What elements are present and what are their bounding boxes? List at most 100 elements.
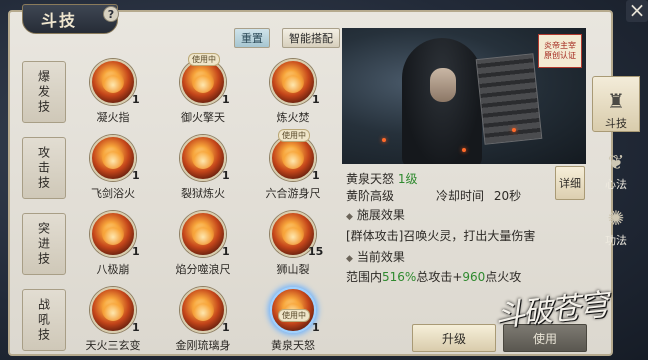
effect-header: ◆ 施展效果 <box>346 206 405 223</box>
help-button[interactable]: ? <box>103 6 119 22</box>
skill-slot[interactable]: 1 裂狱炼火 <box>170 131 236 203</box>
skill-count: 15 <box>308 245 324 258</box>
skill-count: 1 <box>222 321 230 334</box>
skill-preview-image: 炎帝主宰 原创认证 <box>342 28 586 164</box>
side-tab-dou-ji[interactable]: ♜ 斗技 <box>592 76 640 132</box>
skill-name: 狮山裂 <box>276 263 310 276</box>
swirl-icon: ✺ <box>607 206 625 230</box>
detail-button[interactable]: 详细 <box>555 166 585 200</box>
skill-icon <box>180 211 226 257</box>
category-label: 突进技 <box>36 221 51 267</box>
skill-name: 焰分噬浪尺 <box>175 263 231 276</box>
skill-name: 炼火焚 <box>276 111 310 124</box>
current-header: ◆ 当前效果 <box>346 248 405 265</box>
upgrade-button[interactable]: 升级 <box>412 324 496 352</box>
side-tab-label: 功法 <box>605 234 627 247</box>
skill-slot-selected[interactable]: 使用中 1 黄泉天怒 <box>260 283 326 355</box>
skill-icon <box>90 287 136 333</box>
skill-count: 1 <box>312 321 320 334</box>
skill-count: 1 <box>132 169 140 182</box>
skill-count: 1 <box>132 321 140 334</box>
flame-icon <box>277 66 309 98</box>
author-seal: 炎帝主宰 原创认证 <box>538 34 582 68</box>
category-tab-burst[interactable]: 爆发技 <box>22 61 66 123</box>
current-prefix: 范围内 <box>346 270 383 284</box>
skill-slot[interactable]: 1 炼火焚 <box>260 55 326 127</box>
current-mid: 总攻击+ <box>416 270 463 284</box>
category-tab-roar[interactable]: 战吼技 <box>22 289 66 351</box>
skill-name: 飞剑浴火 <box>91 187 135 200</box>
skill-count: 1 <box>222 93 230 106</box>
skill-slot[interactable]: 15 狮山裂 <box>260 207 326 279</box>
flame-icon <box>187 294 219 326</box>
skill-icon <box>90 135 136 181</box>
skill-icon <box>90 59 136 105</box>
skill-name: 八极崩 <box>96 263 130 276</box>
category-label: 攻击技 <box>36 145 51 191</box>
detail-skill-level: 1级 <box>397 172 418 186</box>
skill-name: 金刚琉璃身 <box>175 339 231 352</box>
skill-name: 天火三玄变 <box>85 339 141 352</box>
ember <box>382 138 386 142</box>
category-row-attack: 攻击技 1 飞剑浴火 1 裂狱炼火 使用中 1 六合游身尺 <box>22 129 328 203</box>
effect-header-text: 施展效果 <box>356 208 405 222</box>
current-effect: 范围内516%总攻击+960点火攻 <box>346 268 521 285</box>
use-button[interactable]: 使用 <box>503 324 587 352</box>
skill-name: 六合游身尺 <box>265 187 321 200</box>
skill-count: 1 <box>312 169 320 182</box>
detail-grade: 黄阶高级 <box>346 189 395 203</box>
skill-icon <box>90 211 136 257</box>
cooldown-label: 冷却时间 <box>436 189 485 203</box>
tower-icon: ♜ <box>607 89 625 113</box>
skill-count: 1 <box>222 245 230 258</box>
skill-count: 1 <box>132 245 140 258</box>
in-use-badge: 使用中 <box>278 309 310 322</box>
skill-slot[interactable]: 1 凝火指 <box>80 55 146 127</box>
smart-match-button[interactable]: 智能搭配 <box>282 28 340 48</box>
effect-text: [群体攻击]召唤火灵，打出大量伤害 <box>346 229 536 243</box>
flame-icon <box>187 142 219 174</box>
category-row-burst: 爆发技 1 凝火指 使用中 1 御火擎天 1 炼火焚 <box>22 53 328 127</box>
diamond-icon: ◆ <box>346 212 353 222</box>
skill-name: 黄泉天怒 <box>271 339 315 352</box>
reset-button[interactable]: 重置 <box>234 28 270 48</box>
side-tab-gong-fa[interactable]: ✺ 功法 <box>592 192 640 248</box>
flame-icon <box>187 66 219 98</box>
diamond-icon: ◆ <box>346 254 353 264</box>
skill-slot[interactable]: 1 焰分噬浪尺 <box>170 207 236 279</box>
cooldown-value: 20秒 <box>493 189 522 203</box>
flame-icon <box>277 218 309 250</box>
skill-slot[interactable]: 使用中 1 御火擎天 <box>170 53 236 127</box>
category-tab-attack[interactable]: 攻击技 <box>22 137 66 199</box>
skill-slot[interactable]: 使用中 1 六合游身尺 <box>260 129 326 203</box>
category-tab-dash[interactable]: 突进技 <box>22 213 66 275</box>
skill-title-line: 黄泉天怒 1级 <box>346 170 417 187</box>
skill-name: 凝火指 <box>96 111 130 124</box>
flame-icon <box>97 66 129 98</box>
side-tab-label: 斗技 <box>605 117 627 130</box>
skill-count: 1 <box>132 93 140 106</box>
skill-icon <box>270 59 316 105</box>
detail-skill-name: 黄泉天怒 <box>346 172 395 186</box>
skill-name: 裂狱炼火 <box>181 187 225 200</box>
grade-line: 黄阶高级 <box>346 187 394 204</box>
in-use-badge: 使用中 <box>278 129 310 142</box>
skill-count: 1 <box>222 169 230 182</box>
toolbar: 重置 智能搭配 <box>234 28 340 48</box>
flame-icon <box>97 294 129 326</box>
skill-slot[interactable]: 1 天火三玄变 <box>80 283 146 355</box>
flame-icon <box>97 142 129 174</box>
in-use-badge: 使用中 <box>188 53 220 66</box>
side-tab-label: 心法 <box>605 178 627 191</box>
category-row-dash: 突进技 1 八极崩 1 焰分噬浪尺 15 狮山裂 <box>22 207 328 279</box>
current-header-text: 当前效果 <box>356 250 405 264</box>
skill-slot[interactable]: 1 金刚琉璃身 <box>170 283 236 355</box>
flame-icon <box>97 218 129 250</box>
skill-slot[interactable]: 1 飞剑浴火 <box>80 131 146 203</box>
cooldown-line: 冷却时间 20秒 <box>436 187 521 204</box>
category-label: 爆发技 <box>36 69 51 115</box>
category-label: 战吼技 <box>36 297 51 343</box>
side-tab-xin-fa[interactable]: ❦ 心法 <box>592 136 640 192</box>
skill-slot[interactable]: 1 八极崩 <box>80 207 146 279</box>
close-button[interactable]: × <box>626 0 648 22</box>
